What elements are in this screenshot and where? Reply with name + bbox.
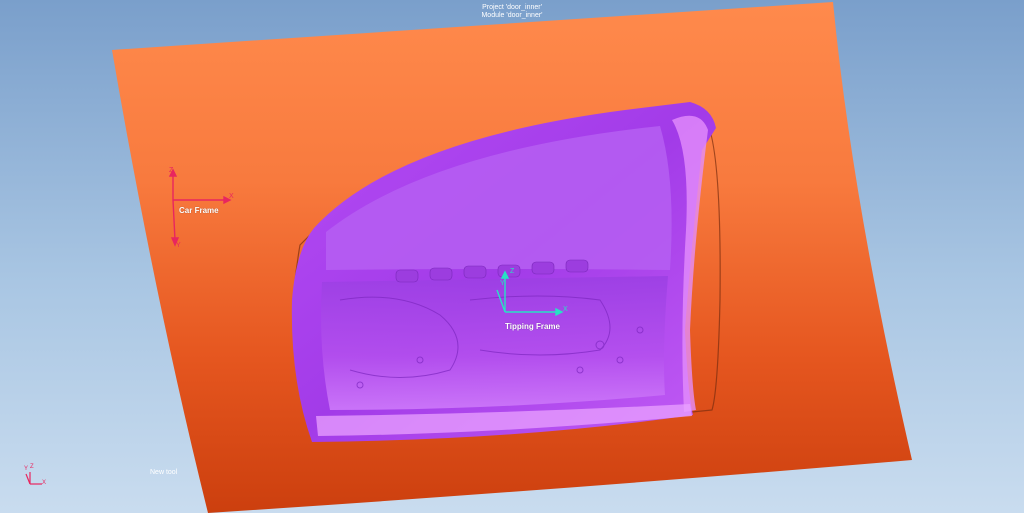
triad-z-label: Z	[30, 464, 34, 470]
car-frame-z-label: Z	[169, 167, 174, 174]
project-title: Project 'door_inner'	[482, 4, 542, 11]
triad-y-label: Y	[24, 466, 29, 472]
tipping-frame-label: Tipping Frame	[505, 322, 560, 331]
tipping-frame-x-label: X	[563, 306, 568, 313]
triad-x-label: X	[42, 480, 47, 486]
tipping-frame-y-label: Y	[500, 280, 505, 287]
status-text: New tool	[150, 469, 178, 476]
3d-viewport[interactable]: Project 'door_inner' Module 'door_inner'…	[0, 0, 1024, 513]
door-inner-model[interactable]	[0, 0, 1024, 513]
car-frame-y-label: Y	[176, 242, 181, 249]
car-frame-x-label: X	[229, 193, 234, 200]
view-triad	[25, 472, 42, 485]
car-frame-label: Car Frame	[179, 206, 219, 215]
tipping-frame-z-label: Z	[510, 268, 515, 275]
inner-panel	[321, 276, 668, 410]
module-title: Module 'door_inner'	[481, 12, 543, 19]
